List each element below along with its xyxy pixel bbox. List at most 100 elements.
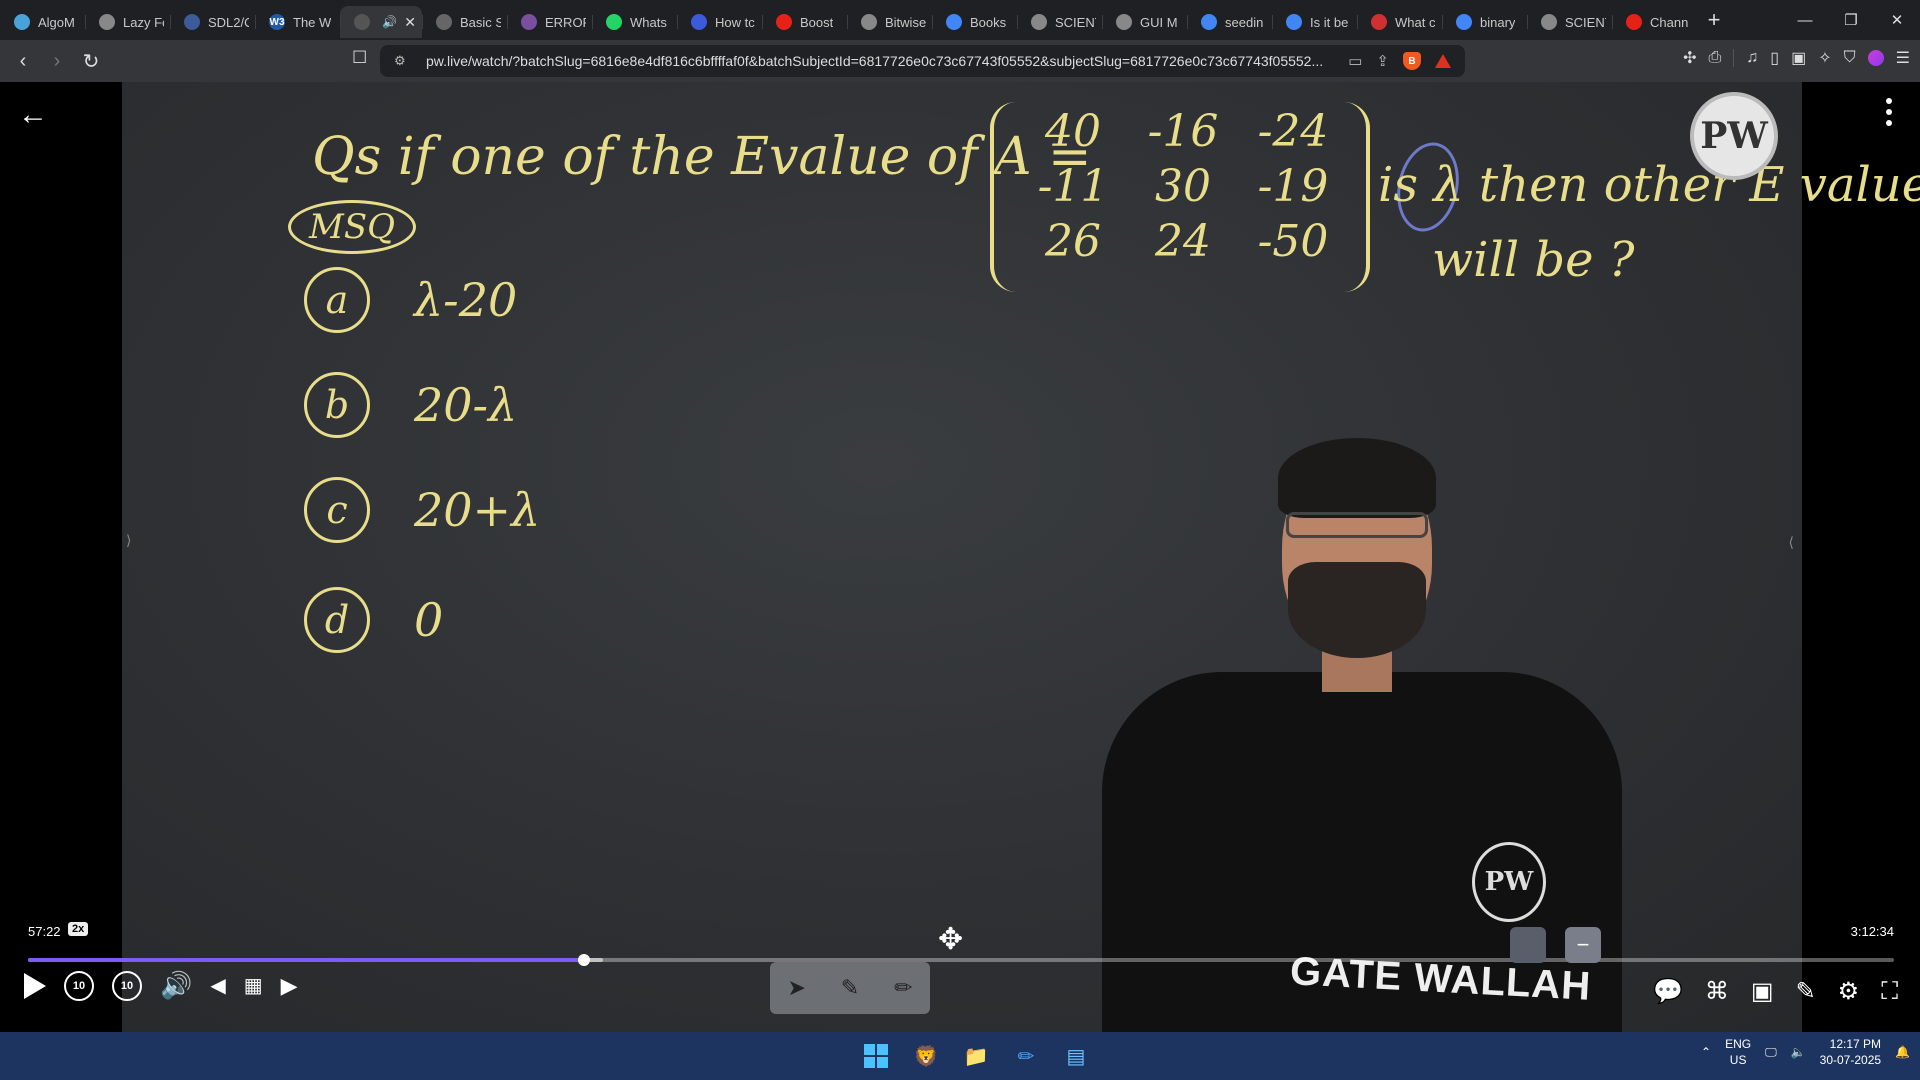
right-panel-handle-icon[interactable]: ⟨: [1789, 534, 1794, 551]
browser-tab[interactable]: binary: [1442, 6, 1527, 38]
settings-gear-icon[interactable]: ⚙: [1838, 977, 1860, 1006]
highlighter-tool-icon[interactable]: ✎: [841, 975, 859, 1001]
tray-chevron-icon[interactable]: ⌃: [1701, 1045, 1711, 1059]
matrix-a: 40 -16 -24 -11 30 -19 26 24 -50: [990, 102, 1370, 292]
pen-tool-icon[interactable]: ✏: [894, 975, 912, 1001]
translate-icon[interactable]: ⌘: [1705, 977, 1729, 1006]
browser-tab[interactable]: seedin: [1187, 6, 1272, 38]
leo-ai-icon[interactable]: ✧: [1818, 48, 1831, 68]
browser-tab[interactable]: Basic S: [422, 6, 507, 38]
back-arrow-icon[interactable]: ‹: [6, 44, 40, 78]
forward-10-icon[interactable]: 10: [112, 970, 142, 1001]
tab-favicon-icon: [436, 14, 452, 30]
player-back-arrow-icon[interactable]: ←: [18, 98, 48, 132]
left-panel-handle-icon[interactable]: ⟩: [126, 532, 131, 549]
browser-tab[interactable]: SDL2/C: [170, 6, 255, 38]
browser-tab[interactable]: GUI M: [1102, 6, 1187, 38]
profile-icon[interactable]: [1867, 50, 1884, 66]
calendar-icon[interactable]: ▦: [244, 973, 263, 998]
presenter-beard: [1288, 562, 1426, 658]
next-icon[interactable]: ▶: [281, 973, 298, 999]
bookmark-icon[interactable]: ☐: [352, 48, 367, 68]
browser-tab-bar: AlgoMLazy FeSDL2/CW3The W🔊✕Basic SERRORW…: [0, 0, 1920, 40]
site-settings-icon[interactable]: ⚙: [394, 53, 416, 69]
url-text[interactable]: pw.live/watch/?batchSlug=6816e8e4df816c6…: [426, 53, 1348, 69]
start-button[interactable]: [858, 1038, 894, 1074]
tab-audio-icon[interactable]: 🔊: [382, 15, 397, 29]
video-player[interactable]: Qs if one of the Evalue of A = MSQ 40 -16…: [0, 82, 1920, 1032]
tab-favicon-icon: [521, 14, 537, 30]
forward-arrow-icon[interactable]: ›: [40, 44, 74, 78]
tab-close-icon[interactable]: ✕: [404, 14, 416, 31]
volume-icon[interactable]: 🔊: [160, 970, 192, 1001]
tab-label: SDL2/C: [208, 14, 249, 30]
play-icon[interactable]: [24, 972, 46, 999]
wallet-icon[interactable]: ▣: [1791, 48, 1806, 68]
browser-tab[interactable]: Is it be: [1272, 6, 1357, 38]
player-more-options-icon[interactable]: [1886, 98, 1892, 126]
tab-favicon-icon: [354, 14, 370, 30]
notepad-icon[interactable]: ▤: [1058, 1038, 1094, 1074]
vpn-icon[interactable]: ⛉: [1844, 49, 1856, 67]
clock[interactable]: 12:17 PM 30-07-2025: [1820, 1036, 1881, 1068]
tab-favicon-icon: [776, 14, 792, 30]
brave-browser-icon[interactable]: 🦁: [908, 1038, 944, 1074]
tab-active[interactable]: 🔊 ✕: [340, 6, 422, 38]
screenshot-icon[interactable]: ⎙: [1708, 49, 1721, 67]
question-tag: MSQ: [288, 200, 416, 254]
presenter: PW GATE WALLAH: [1082, 362, 1642, 1032]
menu-icon[interactable]: ☰: [1896, 48, 1910, 68]
file-explorer-icon[interactable]: 📁: [958, 1038, 994, 1074]
seek-bar[interactable]: [28, 954, 1894, 966]
annotation-minimize-button[interactable]: −: [1565, 927, 1601, 963]
address-bar[interactable]: ⚙ pw.live/watch/?batchSlug=6816e8e4df816…: [380, 45, 1465, 77]
browser-tab[interactable]: ERROR: [507, 6, 592, 38]
tab-favicon-icon: [1371, 14, 1387, 30]
browser-tab[interactable]: How tc: [677, 6, 762, 38]
browser-tab[interactable]: Lazy Fe: [85, 6, 170, 38]
browser-tab[interactable]: Books: [932, 6, 1017, 38]
pen-app-icon[interactable]: ✏: [1008, 1038, 1044, 1074]
media-icon[interactable]: ♫: [1746, 49, 1758, 67]
browser-tab[interactable]: AlgoM: [0, 6, 85, 38]
option-text: 0: [414, 593, 444, 647]
notes-icon[interactable]: ✎: [1796, 977, 1816, 1006]
new-tab-button[interactable]: +: [1697, 4, 1731, 36]
network-icon[interactable]: 🖵: [1765, 1045, 1777, 1060]
option-text: λ-20: [414, 273, 518, 327]
option-letter: d: [304, 587, 370, 653]
sidebar-icon[interactable]: ▯: [1770, 48, 1779, 68]
browser-tab[interactable]: What c: [1357, 6, 1442, 38]
browser-tab[interactable]: SCIENT: [1527, 6, 1612, 38]
minimize-button[interactable]: —: [1782, 0, 1828, 40]
clock-time: 12:17 PM: [1829, 1037, 1882, 1051]
extensions-icon[interactable]: ✣: [1683, 48, 1696, 68]
close-window-button[interactable]: ✕: [1874, 0, 1920, 40]
brave-shield-icon[interactable]: B: [1403, 52, 1421, 70]
tab-label: Boost: [800, 14, 834, 30]
browser-tab[interactable]: W3 The W: [255, 6, 340, 38]
reload-icon[interactable]: ↻: [74, 44, 108, 78]
speaker-icon[interactable]: 🔈: [1791, 1045, 1806, 1059]
browser-tab[interactable]: SCIENT: [1017, 6, 1102, 38]
restore-button[interactable]: ❐: [1828, 0, 1874, 40]
browser-tab[interactable]: Bitwise: [847, 6, 932, 38]
brave-rewards-icon[interactable]: [1435, 54, 1451, 68]
fullscreen-icon[interactable]: ⛶: [1881, 978, 1898, 1006]
picture-in-picture-icon[interactable]: ▣: [1751, 977, 1774, 1006]
pointer-tool-icon[interactable]: ➤: [787, 975, 805, 1001]
cast-icon[interactable]: ▭: [1348, 52, 1362, 70]
notification-bell-icon[interactable]: 🔔: [1895, 1045, 1910, 1059]
annotation-pause-button[interactable]: [1510, 927, 1546, 963]
tab-label: Lazy Fe: [123, 14, 164, 30]
language-indicator[interactable]: ENG US: [1725, 1036, 1751, 1068]
previous-icon[interactable]: ◀: [210, 973, 225, 998]
browser-tab[interactable]: Boost: [762, 6, 847, 38]
browser-tab[interactable]: Chann: [1612, 6, 1697, 38]
share-icon[interactable]: ⇪: [1376, 52, 1389, 70]
seek-thumb[interactable]: [578, 954, 591, 966]
browser-tab[interactable]: Whats: [592, 6, 677, 38]
playback-speed-badge[interactable]: 2x: [68, 922, 89, 936]
chat-icon[interactable]: 💬: [1653, 977, 1683, 1006]
rewind-10-icon[interactable]: 10: [64, 970, 94, 1001]
